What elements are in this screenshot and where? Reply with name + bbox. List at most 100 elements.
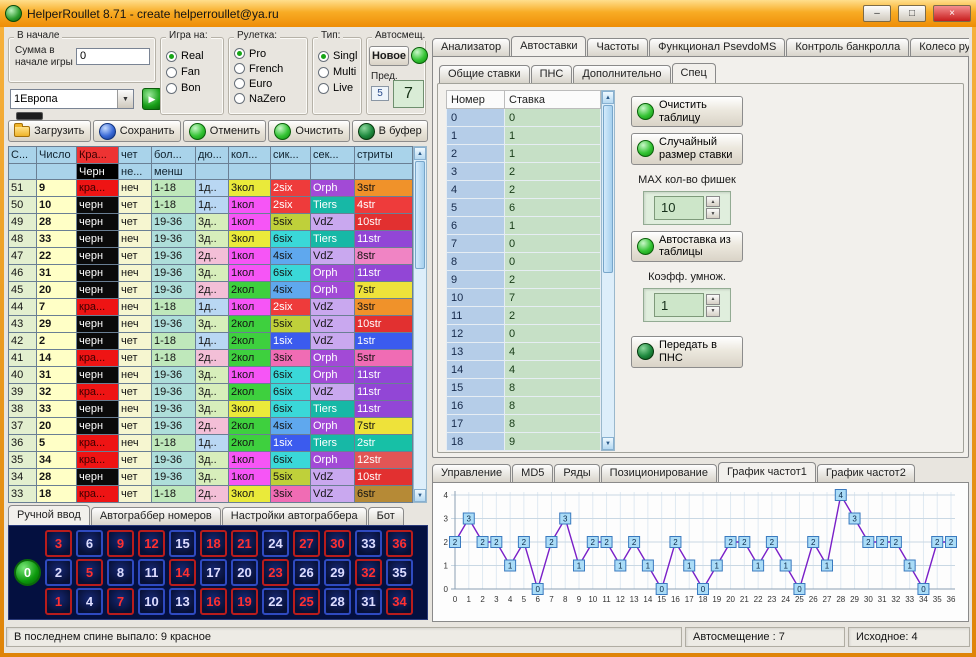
number-button-26[interactable]: 26: [293, 559, 320, 586]
bets-row[interactable]: 168: [447, 397, 601, 415]
history-row[interactable]: 447кра...неч1-181д..1кол2sixVdZ3str: [9, 299, 413, 316]
tab-MD5[interactable]: MD5: [512, 464, 553, 482]
play-button[interactable]: ▶: [142, 88, 162, 110]
bets-row[interactable]: 144: [447, 361, 601, 379]
bets-row[interactable]: 92: [447, 271, 601, 289]
tab-Позиционирование[interactable]: Позиционирование: [601, 464, 717, 482]
number-button-5[interactable]: 5: [76, 559, 103, 586]
number-button-14[interactable]: 14: [169, 559, 196, 586]
history-row[interactable]: 3932кра...чет19-363д..2кол6sixVdZ11str: [9, 384, 413, 401]
spin-up-button[interactable]: ▲: [706, 196, 720, 207]
tab-Колесо ру[interactable]: Колесо ру: [910, 38, 969, 56]
bets-row[interactable]: 189: [447, 433, 601, 451]
column-header[interactable]: С...: [9, 147, 37, 164]
bets-row[interactable]: 107: [447, 289, 601, 307]
history-row[interactable]: 4928чернчет19-363д..1кол5sixVdZ10str: [9, 214, 413, 231]
number-button-35[interactable]: 35: [386, 559, 413, 586]
load-button[interactable]: Загрузить: [8, 120, 91, 142]
number-button-0[interactable]: 0: [14, 559, 41, 586]
number-button-23[interactable]: 23: [262, 559, 289, 586]
tab-График частот2[interactable]: График частот2: [817, 464, 915, 482]
number-button-4[interactable]: 4: [76, 588, 103, 615]
column-header[interactable]: Число: [37, 147, 77, 164]
number-button-22[interactable]: 22: [262, 588, 289, 615]
game-select[interactable]: 1Европа ▼: [10, 89, 134, 109]
column-header[interactable]: чет: [119, 147, 152, 164]
undo-button[interactable]: Отменить: [183, 120, 267, 142]
radio-Euro[interactable]: Euro: [231, 76, 307, 91]
autobet-from-table-button[interactable]: Автоставка из таблицы: [631, 231, 743, 262]
number-button-10[interactable]: 10: [138, 588, 165, 615]
history-row[interactable]: 4114кра...чет1-182д..2кол3sixOrph5str: [9, 350, 413, 367]
number-button-6[interactable]: 6: [76, 530, 103, 557]
radio-Multi[interactable]: Multi: [315, 64, 361, 80]
bets-row[interactable]: 158: [447, 379, 601, 397]
start-sum-input[interactable]: 0: [76, 48, 150, 65]
column-header[interactable]: кол...: [229, 147, 271, 164]
number-button-2[interactable]: 2: [45, 559, 72, 586]
history-row[interactable]: 3428чернчет19-363д..1кол5sixVdZ10str: [9, 469, 413, 486]
scroll-thumb[interactable]: [415, 161, 425, 269]
bets-column-header[interactable]: Номер: [447, 91, 505, 109]
column-header[interactable]: сек...: [311, 147, 355, 164]
scroll-down-icon[interactable]: ▼: [414, 489, 426, 502]
tab-График частот1[interactable]: График частот1: [718, 462, 816, 482]
number-button-36[interactable]: 36: [386, 530, 413, 557]
random-bet-size-button[interactable]: Случайный размер ставки: [631, 133, 743, 164]
number-button-12[interactable]: 12: [138, 530, 165, 557]
tab-ПНС[interactable]: ПНС: [531, 65, 573, 83]
history-row[interactable]: 4329черннеч19-363д..2кол5sixVdZ10str: [9, 316, 413, 333]
number-button-8[interactable]: 8: [107, 559, 134, 586]
number-button-33[interactable]: 33: [355, 530, 382, 557]
column-header[interactable]: стриты: [355, 147, 413, 164]
number-button-29[interactable]: 29: [324, 559, 351, 586]
radio-NaZero[interactable]: NaZero: [231, 91, 307, 106]
clear-button[interactable]: Очистить: [268, 120, 349, 142]
scroll-up-icon[interactable]: ▲: [602, 91, 614, 104]
scroll-track[interactable]: [602, 274, 614, 437]
number-button-30[interactable]: 30: [324, 530, 351, 557]
number-button-19[interactable]: 19: [231, 588, 258, 615]
save-button[interactable]: Сохранить: [93, 120, 181, 142]
number-button-7[interactable]: 7: [107, 588, 134, 615]
maximize-button[interactable]: □: [898, 5, 926, 22]
column-header[interactable]: бол...: [152, 147, 196, 164]
bets-column-header[interactable]: Ставка: [505, 91, 601, 109]
number-button-20[interactable]: 20: [231, 559, 258, 586]
spin-down-button[interactable]: ▼: [706, 306, 720, 317]
tab-Спец[interactable]: Спец: [672, 63, 716, 83]
history-row[interactable]: 365кра...неч1-181д..2кол1sixTiers2str: [9, 435, 413, 452]
history-scrollbar[interactable]: ▲ ▼: [413, 146, 427, 503]
column-header[interactable]: Кра...: [77, 147, 119, 164]
number-button-31[interactable]: 31: [355, 588, 382, 615]
tab-Автограббер номеров[interactable]: Автограббер номеров: [91, 507, 221, 525]
transfer-to-pns-button[interactable]: Передать в ПНС: [631, 336, 743, 367]
prev-shift-value[interactable]: 5: [371, 86, 389, 101]
history-row[interactable]: 3720чернчет19-362д..2кол4sixOrph7str: [9, 418, 413, 435]
tab-Управление[interactable]: Управление: [432, 464, 511, 482]
coef-input[interactable]: 1: [654, 293, 704, 317]
bets-scrollbar[interactable]: ▲ ▼: [601, 90, 615, 451]
radio-Live[interactable]: Live: [315, 80, 361, 96]
tab-Контроль банкролла[interactable]: Контроль банкролла: [786, 38, 909, 56]
tab-Общие ставки[interactable]: Общие ставки: [439, 65, 530, 83]
number-button-13[interactable]: 13: [169, 588, 196, 615]
number-button-21[interactable]: 21: [231, 530, 258, 557]
history-row[interactable]: 5010чернчет1-181д..1кол2sixTiers4str: [9, 197, 413, 214]
history-row[interactable]: 3534кра...чет19-363д..1кол6sixOrph12str: [9, 452, 413, 469]
history-row[interactable]: 3318кра...чет1-182д..3кол3sixVdZ6str: [9, 486, 413, 503]
number-button-17[interactable]: 17: [200, 559, 227, 586]
max-chips-input[interactable]: 10: [654, 196, 704, 220]
history-row[interactable]: 4722чернчет19-362д..1кол4sixVdZ8str: [9, 248, 413, 265]
radio-Real[interactable]: Real: [163, 48, 223, 64]
scroll-down-icon[interactable]: ▼: [602, 437, 614, 450]
chevron-down-icon[interactable]: ▼: [117, 90, 133, 108]
history-row[interactable]: 422чернчет1-181д..2кол1sixVdZ1str: [9, 333, 413, 350]
mini-dark-button[interactable]: [16, 112, 43, 120]
spin-down-button[interactable]: ▼: [706, 208, 720, 219]
radio-French[interactable]: French: [231, 61, 307, 76]
number-button-25[interactable]: 25: [293, 588, 320, 615]
number-button-11[interactable]: 11: [138, 559, 165, 586]
scroll-up-icon[interactable]: ▲: [414, 147, 426, 160]
history-row[interactable]: 4631черннеч19-363д..1кол6sixOrph11str: [9, 265, 413, 282]
